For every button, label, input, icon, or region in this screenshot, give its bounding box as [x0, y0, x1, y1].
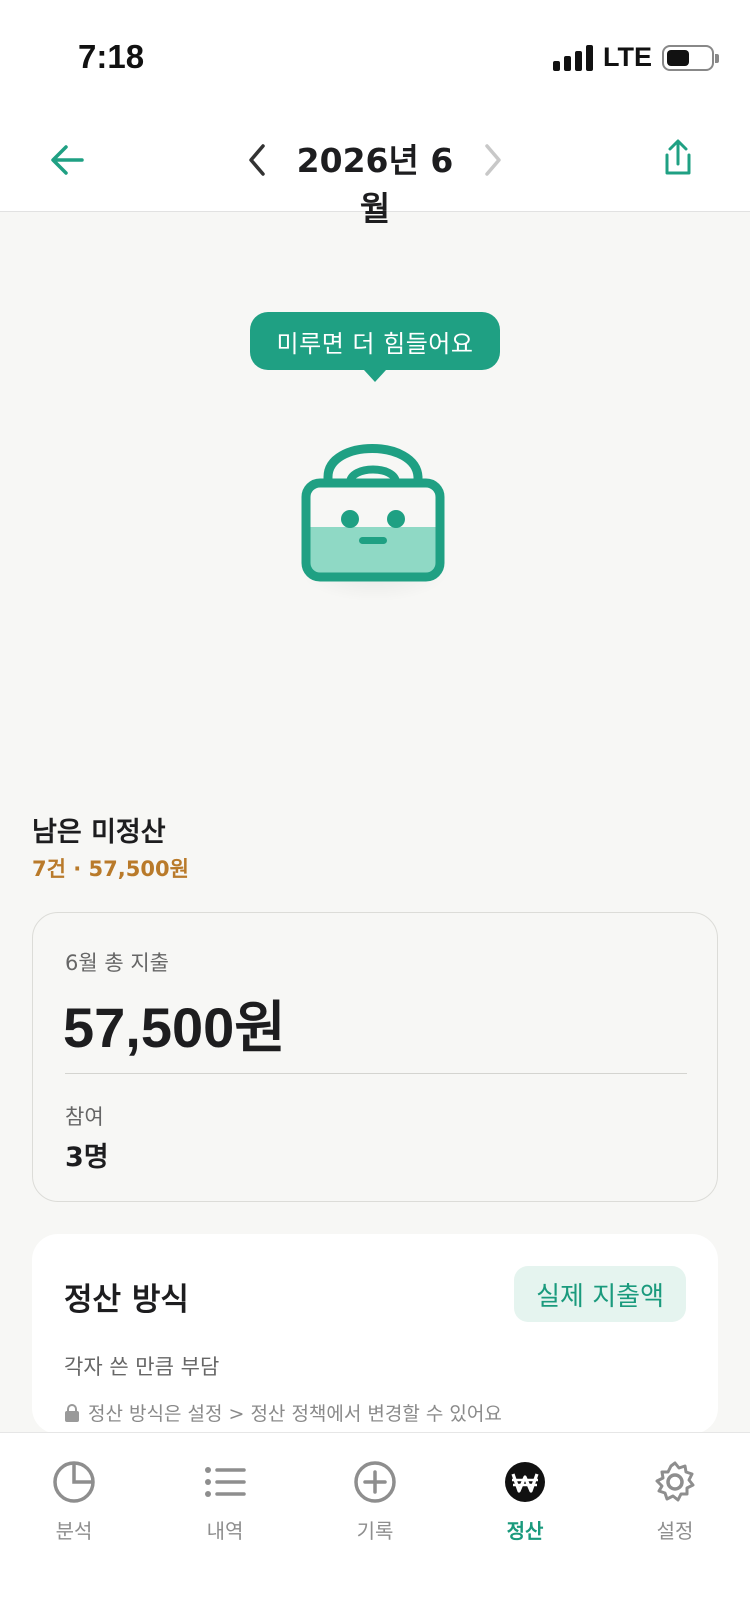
- participants-value: 3명: [65, 1142, 109, 1173]
- tab-label: 기록: [356, 1519, 394, 1543]
- total-spend-amount: 57,500원: [63, 996, 286, 1059]
- list-icon: [202, 1459, 248, 1505]
- method-note: 정산 방식은 설정 > 정산 정책에서 변경할 수 있어요: [64, 1399, 502, 1426]
- method-badge[interactable]: 실제 지출액: [514, 1266, 686, 1322]
- battery-icon: [662, 44, 719, 71]
- won-icon: [502, 1459, 548, 1505]
- bag-mascot-icon: [298, 427, 448, 587]
- chevron-right-icon[interactable]: [478, 140, 508, 180]
- status-indicators: LTE: [553, 42, 719, 73]
- tab-bar: 분석 내역 기록 정산 설정: [0, 1432, 750, 1624]
- status-bar: 7:18 LTE: [0, 0, 750, 110]
- nav-bar: 2026년 6월: [0, 110, 750, 228]
- method-note-text: 정산 방식은 설정 > 정산 정책에서 변경할 수 있어요: [88, 1403, 502, 1425]
- network-label: LTE: [603, 42, 652, 72]
- tab-settlement[interactable]: 정산: [470, 1459, 580, 1559]
- arrow-left-icon[interactable]: [46, 138, 90, 182]
- tab-label: 분석: [55, 1519, 93, 1543]
- tab-label: 설정: [656, 1519, 694, 1543]
- tab-settings[interactable]: 설정: [620, 1459, 730, 1559]
- unsettled-title: 남은 미정산: [32, 817, 166, 848]
- participants-label: 참여: [65, 1105, 104, 1129]
- gear-icon: [652, 1459, 698, 1505]
- tab-analysis[interactable]: 분석: [19, 1459, 129, 1559]
- tab-label: 정산: [506, 1519, 544, 1543]
- method-description: 각자 쓴 만큼 부담: [64, 1355, 220, 1379]
- pie-chart-icon: [51, 1459, 97, 1505]
- summary-card: 6월 총 지출 57,500원 참여 3명: [32, 912, 718, 1202]
- settlement-method-card: 정산 방식 실제 지출액 각자 쓴 만큼 부담 정산 방식은 설정 > 정산 정…: [32, 1234, 718, 1434]
- lock-icon: [64, 1403, 80, 1422]
- status-time: 7:18: [78, 38, 145, 75]
- share-icon[interactable]: [658, 136, 698, 180]
- method-title: 정산 방식: [64, 1282, 189, 1318]
- speech-bubble: 미루면 더 힘들어요: [250, 312, 500, 382]
- hero-section: 미루면 더 힘들어요: [0, 212, 750, 772]
- chevron-left-icon[interactable]: [242, 140, 272, 180]
- tab-label: 내역: [206, 1519, 244, 1543]
- signal-icon: [553, 44, 593, 71]
- plus-circle-icon: [352, 1459, 398, 1505]
- tab-record[interactable]: 기록: [320, 1459, 430, 1559]
- unsettled-summary: 7건 · 57,500원: [32, 857, 189, 881]
- total-spend-label: 6월 총 지출: [65, 951, 169, 975]
- tab-history[interactable]: 내역: [170, 1459, 280, 1559]
- divider: [65, 1073, 687, 1074]
